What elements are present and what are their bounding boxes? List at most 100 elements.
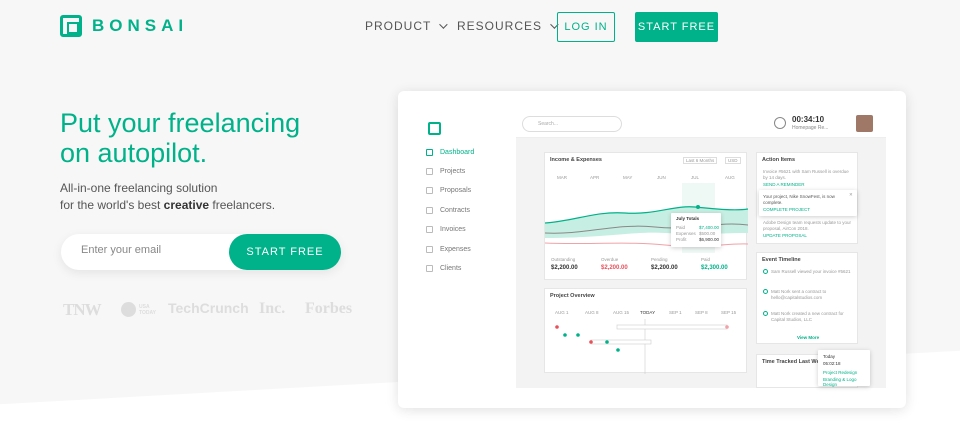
tooltip-key: Profit (676, 237, 687, 242)
popup-text: Your project, Nike SnowFest, is now comp… (763, 194, 835, 205)
gantt-point (555, 325, 559, 329)
stopwatch-icon[interactable] (774, 117, 786, 129)
timeline-event: Matt Nork sent a contract to hello@capit… (771, 289, 827, 300)
sidebar-item-label: Clients (440, 265, 462, 272)
income-title: Income & Expenses (550, 157, 602, 163)
nav-resources[interactable]: RESOURCES (457, 19, 559, 33)
project-overview-panel: Project Overview AUG 1 AUG 8 AUG 15 TODA… (544, 288, 747, 374)
app-search-input[interactable]: Search... (522, 116, 622, 132)
stat-value: $2,200.00 (551, 265, 578, 271)
press-logo-usatoday: USA TODAY (121, 302, 161, 317)
sidebar-item-proposals[interactable]: Proposals (426, 187, 471, 194)
invoice-icon (426, 226, 433, 233)
july-totals-tooltip: July Totals Paid $7,400.00 Expenses $500… (671, 213, 721, 247)
sidebar-item-clients[interactable]: Clients (426, 265, 461, 272)
timeline-event: Sam Russell viewed your invoice #5621 (771, 269, 851, 274)
timeline-dot-icon (763, 311, 768, 316)
chevron-down-icon (439, 20, 449, 29)
timeline-dot-icon (763, 289, 768, 294)
update-proposal-link[interactable]: UPDATE PROPOSAL (763, 233, 807, 238)
month-label: MAY (623, 175, 633, 180)
stat-label: Pending (651, 257, 668, 262)
today-value: 05:02:18 (823, 361, 841, 366)
send-icon (426, 187, 433, 194)
app-sidebar: Dashboard Projects Proposals Contracts I… (418, 110, 516, 388)
nav-resources-label: RESOURCES (457, 19, 543, 33)
email-input[interactable] (81, 244, 221, 256)
usatoday-circle-icon (121, 302, 136, 317)
headline-line-1: Put your freelancing (60, 108, 301, 138)
action-item-text: Adobe Design team requests update to you… (763, 220, 852, 231)
stat-value: $2,300.00 (701, 265, 728, 271)
event-timeline-title: Event Timeline (762, 257, 801, 263)
action-items-title: Action Items (762, 157, 796, 163)
hero-headline: Put your freelancing on autopilot. (60, 108, 360, 168)
today-time-popup: Today 05:02:18 Project Redesign Branding… (818, 350, 870, 387)
tooltip-key: Expenses (676, 231, 696, 236)
sidebar-item-label: Expenses (440, 246, 471, 253)
home-icon (426, 149, 433, 156)
sidebar-item-dashboard[interactable]: Dashboard (426, 149, 474, 156)
project-overview-title: Project Overview (550, 293, 595, 299)
range-select[interactable]: Last 6 Months (683, 157, 718, 164)
press-logo-inc: Inc. (259, 300, 286, 317)
month-label: MAR (557, 175, 567, 180)
bonsai-logo-icon (428, 122, 441, 135)
gantt-point (605, 340, 609, 344)
today-task: Branding & Logo Design (823, 377, 857, 387)
tooltip-value: $6,900.00 (699, 237, 720, 242)
hero-subline: All-in-one freelancing solution for the … (60, 180, 360, 214)
gantt-bar (590, 339, 652, 345)
stat-label: Overdue (601, 257, 619, 262)
stat-label: Paid (701, 257, 711, 262)
gantt-point (725, 325, 729, 329)
login-button[interactable]: LOG IN (557, 12, 615, 42)
stat-label: Outstanding (551, 257, 576, 262)
today-project: Project Redesign (823, 370, 858, 375)
close-icon[interactable]: ✕ (849, 192, 853, 198)
gantt-point (576, 333, 580, 337)
press-logo-forbes: Forbes (305, 300, 353, 317)
subline-2-pre: for the world's best (60, 198, 164, 212)
sidebar-item-label: Dashboard (440, 149, 475, 156)
start-free-hero-button[interactable]: START FREE (229, 234, 341, 270)
timeline-col: SEP 8 (695, 310, 708, 315)
sidebar-item-contracts[interactable]: Contracts (426, 207, 470, 214)
time-tracked-title: Time Tracked Last Week (762, 359, 826, 365)
subline-1: All-in-one freelancing solution (60, 181, 218, 195)
complete-project-link[interactable]: COMPLETE PROJECT (763, 207, 810, 212)
month-label: AUG (725, 175, 735, 180)
sidebar-item-label: Invoices (440, 226, 466, 233)
timer-value: 00:34:10 (792, 115, 825, 124)
event-timeline-panel: Event Timeline Sam Russell viewed your i… (756, 252, 858, 344)
timeline-col: AUG 15 (613, 310, 630, 315)
top-nav: BONSAI PRODUCT RESOURCES LOG IN START FR… (0, 0, 960, 54)
tooltip-value: $7,400.00 (699, 225, 720, 230)
nav-product[interactable]: PRODUCT (365, 19, 449, 33)
chart-point (696, 205, 700, 209)
bonsai-logo-icon (60, 15, 82, 37)
view-more-link[interactable]: View More (797, 335, 819, 340)
press-logo-usatoday-label: USA TODAY (139, 303, 156, 316)
folder-icon (426, 168, 433, 175)
gantt-point (563, 333, 567, 337)
month-label: JUN (657, 175, 666, 180)
action-popup: Your project, Nike SnowFest, is now comp… (759, 190, 857, 216)
start-free-nav-button[interactable]: START FREE (635, 12, 718, 42)
gantt-point (616, 348, 620, 352)
gantt-point (589, 340, 593, 344)
send-reminder-link[interactable]: SEND A REMINDER (763, 182, 805, 187)
month-label: JUL (691, 175, 700, 180)
sidebar-item-label: Projects (440, 168, 466, 175)
timer-project: Homepage Re... (792, 125, 829, 131)
avatar[interactable] (856, 115, 873, 132)
gantt-chart (555, 319, 729, 374)
sidebar-item-invoices[interactable]: Invoices (426, 226, 466, 233)
logo[interactable]: BONSAI (60, 15, 188, 37)
tooltip-value: $500.00 (699, 231, 716, 236)
today-label: Today (823, 354, 836, 359)
currency-select[interactable]: USD (725, 157, 741, 164)
month-label: APR (590, 175, 600, 180)
sidebar-item-projects[interactable]: Projects (426, 168, 465, 175)
sidebar-item-expenses[interactable]: Expenses (426, 246, 471, 253)
